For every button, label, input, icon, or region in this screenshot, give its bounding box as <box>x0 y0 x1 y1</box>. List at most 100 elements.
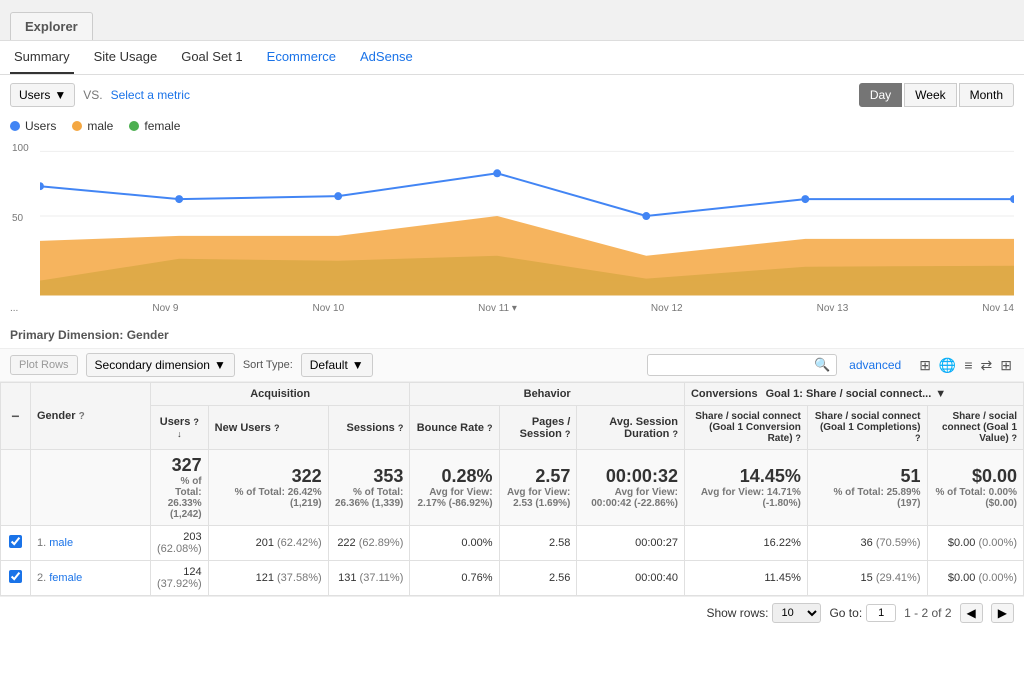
bounce-help: ? <box>487 423 493 433</box>
x-label-nov9: Nov 9 <box>152 303 178 314</box>
share-comp-help: ? <box>915 433 921 443</box>
metric-dropdown[interactable]: Users ▼ <box>10 83 75 107</box>
tab-adsense[interactable]: AdSense <box>356 41 417 74</box>
totals-new-users: 322 % of Total: 26.42% (1,219) <box>208 450 328 526</box>
table-row: 2. female 124 (37.92%) 121 (37.58%) 131 … <box>1 561 1024 596</box>
goto: Go to: <box>829 604 896 622</box>
row2-checkbox[interactable] <box>9 570 22 583</box>
totals-share-completions: 51 % of Total: 25.89% (197) <box>807 450 927 526</box>
search-input[interactable] <box>654 358 814 372</box>
row2-gender-link[interactable]: female <box>49 572 82 584</box>
row1-new-users: 201 (62.42%) <box>208 526 328 561</box>
x-label-nov10: Nov 10 <box>312 303 344 314</box>
col-header-sessions[interactable]: Sessions ? <box>328 406 410 450</box>
time-btn-month[interactable]: Month <box>959 83 1014 107</box>
compare-view-icon[interactable]: ⇄ <box>979 355 995 376</box>
legend-users-label: Users <box>25 119 56 133</box>
controls-row: Users ▼ VS. Select a metric Day Week Mon… <box>0 75 1024 115</box>
totals-checkbox-cell <box>1 450 31 526</box>
advanced-link[interactable]: advanced <box>849 358 901 372</box>
pagination-bar: Show rows: 10 25 50 100 Go to: 1 - 2 of … <box>0 596 1024 629</box>
pivot-view-icon[interactable]: ⊞ <box>998 355 1014 376</box>
female-dot <box>129 121 139 131</box>
prev-button[interactable]: ◀ <box>960 603 983 623</box>
show-rows: Show rows: 10 25 50 100 <box>706 603 821 623</box>
totals-avg-session: 00:00:32 Avg for View: 00:00:42 (-22.86%… <box>577 450 685 526</box>
col-header-new-users[interactable]: New Users ? <box>208 406 328 450</box>
row1-share-rate: 16.22% <box>684 526 807 561</box>
legend-male: male <box>72 119 113 133</box>
totals-users: 327 % of Total: 26.33% (1,242) <box>151 450 209 526</box>
data-table: − Gender ? Acquisition Behavior Conversi… <box>0 382 1024 596</box>
col-header-pages-session[interactable]: Pages / Session ? <box>499 406 577 450</box>
male-dot <box>72 121 82 131</box>
row2-sessions: 131 (37.11%) <box>328 561 410 596</box>
explorer-tab[interactable]: Explorer <box>10 12 93 40</box>
row2-share-rate: 11.45% <box>684 561 807 596</box>
col-header-share-rate[interactable]: Share / social connect (Goal 1 Conversio… <box>684 406 807 450</box>
search-icon: 🔍 <box>814 357 830 373</box>
time-btn-day[interactable]: Day <box>859 83 902 107</box>
col-header-users[interactable]: Users ? ↓ <box>151 406 209 450</box>
row1-checkbox[interactable] <box>9 535 22 548</box>
totals-label-cell <box>31 450 151 526</box>
time-btn-week[interactable]: Week <box>904 83 956 107</box>
minus-icon: − <box>11 408 19 424</box>
share-rate-help: ? <box>795 433 801 443</box>
search-box: 🔍 <box>647 354 837 376</box>
col-header-gender: Gender ? <box>31 383 151 450</box>
totals-share-rate: 14.45% Avg for View: 14.71% (-1.80%) <box>684 450 807 526</box>
col-header-avg-session[interactable]: Avg. Session Duration ? <box>577 406 685 450</box>
vs-label: VS. <box>83 88 102 102</box>
users-help: ? <box>193 417 199 427</box>
x-axis: ... Nov 9 Nov 10 Nov 11 ▾ Nov 12 Nov 13 … <box>0 299 1024 318</box>
x-label-nov11: Nov 11 ▾ <box>478 303 517 314</box>
grid-view-icon[interactable]: ⊞ <box>917 355 933 376</box>
col-header-share-completions[interactable]: Share / social connect (Goal 1 Completio… <box>807 406 927 450</box>
row1-share-value: $0.00 (0.00%) <box>927 526 1024 561</box>
view-icons: ⊞ 🌐 ≡ ⇄ ⊞ <box>917 355 1014 376</box>
y-label-50: 50 <box>12 213 23 224</box>
primary-dimension: Primary Dimension: Gender <box>0 318 1024 348</box>
row2-share-completions: 15 (29.41%) <box>807 561 927 596</box>
show-rows-label: Show rows: <box>706 606 768 620</box>
table-row: 1. male 203 (62.08%) 201 (62.42%) 222 (6… <box>1 526 1024 561</box>
col-header-bounce-rate[interactable]: Bounce Rate ? <box>410 406 499 450</box>
sort-type-label: Sort Type: <box>243 359 293 371</box>
row2-new-users: 121 (37.58%) <box>208 561 328 596</box>
row1-gender-link[interactable]: male <box>49 537 73 549</box>
show-rows-select[interactable]: 10 25 50 100 <box>772 603 821 623</box>
select-metric[interactable]: Select a metric <box>111 88 190 102</box>
sort-type-dropdown[interactable]: Default ▼ <box>301 353 373 377</box>
row1-bounce-rate: 0.00% <box>410 526 499 561</box>
legend-male-label: male <box>87 119 113 133</box>
next-button[interactable]: ▶ <box>991 603 1014 623</box>
tab-site-usage[interactable]: Site Usage <box>90 41 162 74</box>
totals-sessions: 353 % of Total: 26.36% (1,339) <box>328 450 410 526</box>
row2-users: 124 (37.92%) <box>151 561 209 596</box>
users-dot <box>10 121 20 131</box>
totals-bounce-rate: 0.28% Avg for View: 2.17% (-86.92%) <box>410 450 499 526</box>
row1-users: 203 (62.08%) <box>151 526 209 561</box>
table-controls: Plot Rows Secondary dimension ▼ Sort Typ… <box>0 348 1024 382</box>
row2-share-value: $0.00 (0.00%) <box>927 561 1024 596</box>
gender-help-icon: ? <box>79 411 85 422</box>
totals-row: 327 % of Total: 26.33% (1,242) 322 % of … <box>1 450 1024 526</box>
time-controls: Day Week Month <box>859 83 1014 107</box>
tab-goal-set-1[interactable]: Goal Set 1 <box>177 41 246 74</box>
avg-help: ? <box>672 429 678 439</box>
goto-input[interactable] <box>866 604 896 622</box>
col-header-checkbox: − <box>1 383 31 450</box>
tab-summary[interactable]: Summary <box>10 41 74 74</box>
acquisition-header: Acquisition <box>151 383 410 406</box>
globe-view-icon[interactable]: 🌐 <box>937 355 958 376</box>
row2-gender: 2. female <box>31 561 151 596</box>
col-header-share-value[interactable]: Share / social connect (Goal 1 Value) ? <box>927 406 1024 450</box>
tab-ecommerce[interactable]: Ecommerce <box>263 41 340 74</box>
list-view-icon[interactable]: ≡ <box>962 355 974 376</box>
row2-bounce-rate: 0.76% <box>410 561 499 596</box>
secondary-dimension-dropdown[interactable]: Secondary dimension ▼ <box>86 353 235 377</box>
controls-left: Users ▼ VS. Select a metric <box>10 83 190 107</box>
plot-rows-button[interactable]: Plot Rows <box>10 355 78 375</box>
row1-gender: 1. male <box>31 526 151 561</box>
